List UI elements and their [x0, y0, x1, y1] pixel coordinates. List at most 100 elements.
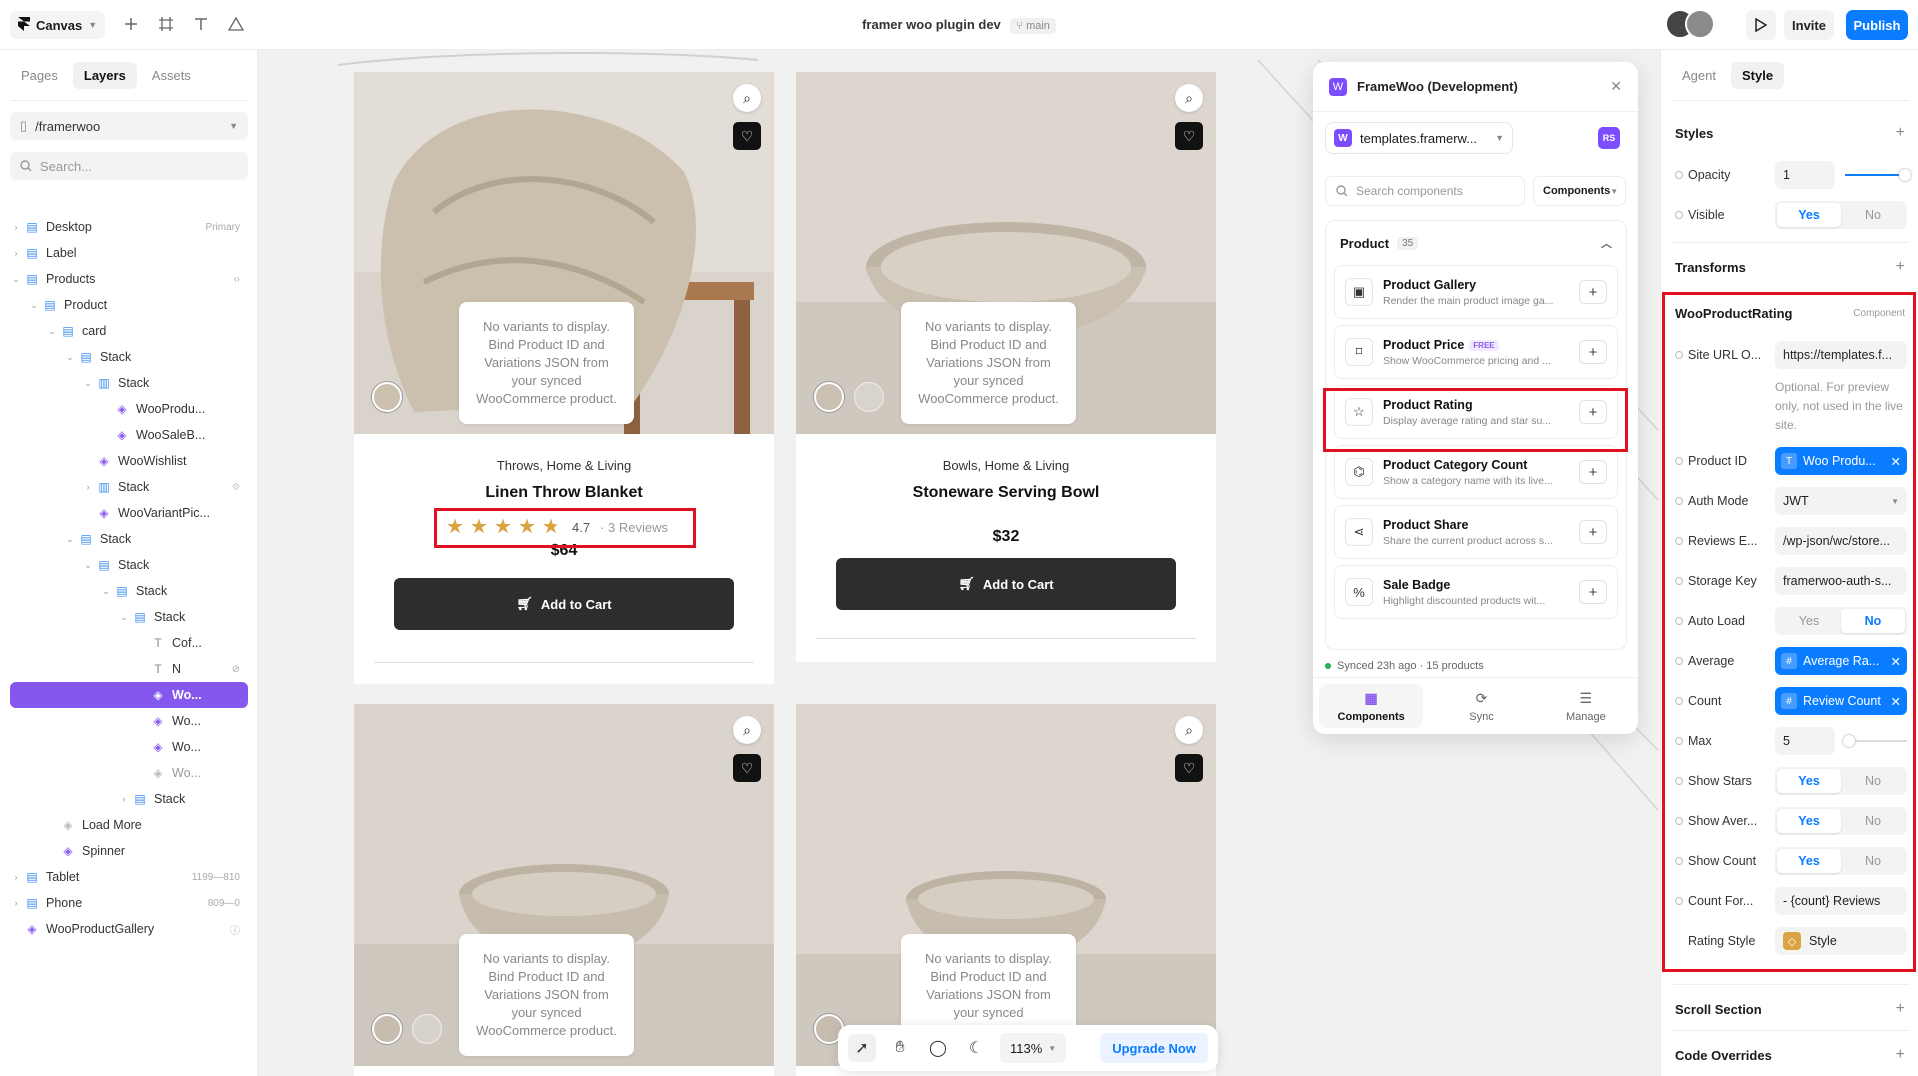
- variant-thumbnail[interactable]: [372, 1014, 402, 1044]
- add-to-cart-button[interactable]: 🛒︎ Add to Cart: [394, 578, 734, 630]
- invite-button[interactable]: Invite: [1784, 10, 1834, 40]
- info-icon[interactable]: ⓘ: [230, 922, 240, 937]
- variable-dot-icon[interactable]: [1675, 351, 1683, 359]
- preview-play-button[interactable]: [1746, 10, 1776, 40]
- wishlist-heart-icon[interactable]: ♡: [733, 754, 761, 782]
- chevron-right-icon[interactable]: ›: [10, 222, 22, 232]
- layer-item[interactable]: ⌄ ▤ Product: [10, 292, 248, 318]
- no-option[interactable]: No: [1841, 809, 1905, 833]
- opacity-slider[interactable]: [1845, 169, 1911, 181]
- chevron-right-icon[interactable]: ›: [118, 794, 130, 804]
- component-item[interactable]: ⌑ Product Price FREE Show WooCommerce pric…: [1334, 325, 1618, 379]
- add-component-button[interactable]: +: [1579, 340, 1607, 364]
- publish-button[interactable]: Publish: [1846, 10, 1908, 40]
- variable-dot-icon[interactable]: [1675, 657, 1683, 665]
- upgrade-now-button[interactable]: Upgrade Now: [1100, 1033, 1208, 1063]
- add-icon[interactable]: +: [1896, 1046, 1905, 1064]
- product-id-variable-chip[interactable]: T Woo Produ... ✕: [1775, 447, 1907, 475]
- add-component-button[interactable]: +: [1579, 520, 1607, 544]
- add-component-button[interactable]: +: [1579, 580, 1607, 604]
- chevron-down-icon[interactable]: ⌄: [118, 612, 130, 623]
- layer-item-selected[interactable]: ◈ Wo...: [10, 682, 248, 708]
- chevron-down-icon[interactable]: ⌄: [64, 352, 76, 363]
- page-selector[interactable]: ▯ /framerwoo ▼: [10, 112, 248, 140]
- variable-dot-icon[interactable]: [1675, 737, 1683, 745]
- max-input[interactable]: 5: [1775, 727, 1835, 755]
- add-component-button[interactable]: +: [1579, 460, 1607, 484]
- no-option[interactable]: No: [1841, 609, 1905, 633]
- variable-dot-icon[interactable]: [1675, 211, 1683, 219]
- average-variable-chip[interactable]: # Average Ra... ✕: [1775, 647, 1907, 675]
- yes-option[interactable]: Yes: [1777, 849, 1841, 873]
- yes-option[interactable]: Yes: [1777, 609, 1841, 633]
- tab-agent[interactable]: Agent: [1671, 62, 1727, 89]
- layer-item[interactable]: ⌄ ▤ Products ‹›: [10, 266, 248, 292]
- user-avatar[interactable]: RS: [1598, 127, 1620, 149]
- section-header[interactable]: Product 35 ︿: [1326, 221, 1626, 265]
- component-item-highlighted[interactable]: ☆ Product Rating Display average rating a…: [1334, 385, 1618, 439]
- add-icon[interactable]: +: [1896, 258, 1905, 276]
- tab-pages[interactable]: Pages: [10, 62, 69, 89]
- yes-option[interactable]: Yes: [1777, 203, 1841, 227]
- variant-thumbnail[interactable]: [854, 382, 884, 412]
- show-stars-toggle[interactable]: Yes No: [1775, 767, 1907, 795]
- nav-manage[interactable]: ☰ Manage: [1534, 678, 1638, 734]
- variable-dot-icon[interactable]: [1675, 857, 1683, 865]
- component-item[interactable]: ▣ Product Gallery Render the main product…: [1334, 265, 1618, 319]
- layer-search-input[interactable]: Search...: [10, 152, 248, 180]
- no-option[interactable]: No: [1841, 849, 1905, 873]
- layer-item[interactable]: ⌄ ▤ Stack: [10, 344, 248, 370]
- zoom-icon[interactable]: ⌕: [733, 84, 761, 112]
- add-component-button[interactable]: +: [1579, 280, 1607, 304]
- variable-dot-icon[interactable]: [1675, 777, 1683, 785]
- comment-tool-icon[interactable]: ◯: [924, 1034, 952, 1062]
- layer-item[interactable]: ◈ WooVariantPic...: [10, 500, 248, 526]
- chevron-down-icon[interactable]: ⌄: [82, 378, 94, 389]
- close-icon[interactable]: ✕: [1610, 78, 1622, 95]
- layer-item[interactable]: › ▤ Desktop Primary: [10, 214, 248, 240]
- variable-dot-icon[interactable]: [1675, 577, 1683, 585]
- layer-item[interactable]: ◈ WooWishlist: [10, 448, 248, 474]
- chevron-down-icon[interactable]: ⌄: [100, 586, 112, 597]
- variable-dot-icon[interactable]: [1675, 617, 1683, 625]
- no-option[interactable]: No: [1841, 769, 1905, 793]
- tab-layers[interactable]: Layers: [72, 62, 137, 89]
- link-icon[interactable]: ⊘: [232, 664, 240, 675]
- component-item[interactable]: ⌬ Product Category Count Show a category …: [1334, 445, 1618, 499]
- show-count-toggle[interactable]: Yes No: [1775, 847, 1907, 875]
- yes-option[interactable]: Yes: [1777, 769, 1841, 793]
- storage-key-input[interactable]: framerwoo-auth-s...: [1775, 567, 1907, 595]
- wishlist-heart-icon[interactable]: ♡: [1175, 754, 1203, 782]
- layer-item[interactable]: › ▤ Stack: [10, 786, 248, 812]
- chevron-down-icon[interactable]: ⌄: [10, 274, 22, 285]
- hand-tool-icon[interactable]: ✋︎: [886, 1034, 914, 1062]
- add-to-cart-button[interactable]: 🛒︎ Add to Cart: [836, 558, 1176, 610]
- layer-item[interactable]: › ▤ Label: [10, 240, 248, 266]
- visible-toggle[interactable]: Yes No: [1775, 201, 1907, 229]
- variable-dot-icon[interactable]: [1675, 171, 1683, 179]
- chevron-down-icon[interactable]: ⌄: [64, 534, 76, 545]
- chevron-down-icon[interactable]: ⌄: [82, 560, 94, 571]
- variable-dot-icon[interactable]: [1675, 457, 1683, 465]
- wishlist-heart-icon[interactable]: ♡: [1175, 122, 1203, 150]
- chevron-right-icon[interactable]: ›: [10, 898, 22, 908]
- layer-item[interactable]: T N ⊘: [10, 656, 248, 682]
- project-title[interactable]: framer woo plugin dev ⑂ main: [0, 17, 1918, 34]
- layer-item[interactable]: › ▥ Stack ⟐: [10, 474, 248, 500]
- layer-item[interactable]: ⌄ ▤ Stack: [10, 526, 248, 552]
- tab-assets[interactable]: Assets: [141, 62, 202, 89]
- variable-dot-icon[interactable]: [1675, 537, 1683, 545]
- layer-item[interactable]: ◈ WooProdu...: [10, 396, 248, 422]
- layer-item[interactable]: ◈ WooSaleB...: [10, 422, 248, 448]
- layer-item[interactable]: ◈ WooProductGallery ⓘ: [10, 916, 248, 942]
- layer-item[interactable]: T Cof...: [10, 630, 248, 656]
- close-icon[interactable]: ✕: [1891, 694, 1901, 709]
- count-format-input[interactable]: - {count} Reviews: [1775, 887, 1907, 915]
- component-item[interactable]: ⋖ Product Share Share the current product…: [1334, 505, 1618, 559]
- nav-components[interactable]: ▦ Components: [1319, 684, 1424, 728]
- variable-dot-icon[interactable]: [1675, 697, 1683, 705]
- component-filter-select[interactable]: Components ▼: [1533, 176, 1626, 206]
- styles-section-header[interactable]: Styles +: [1675, 124, 1905, 142]
- zoom-select[interactable]: 113% ▼: [1000, 1033, 1067, 1063]
- rating-style-control[interactable]: ◇ Style: [1775, 927, 1907, 955]
